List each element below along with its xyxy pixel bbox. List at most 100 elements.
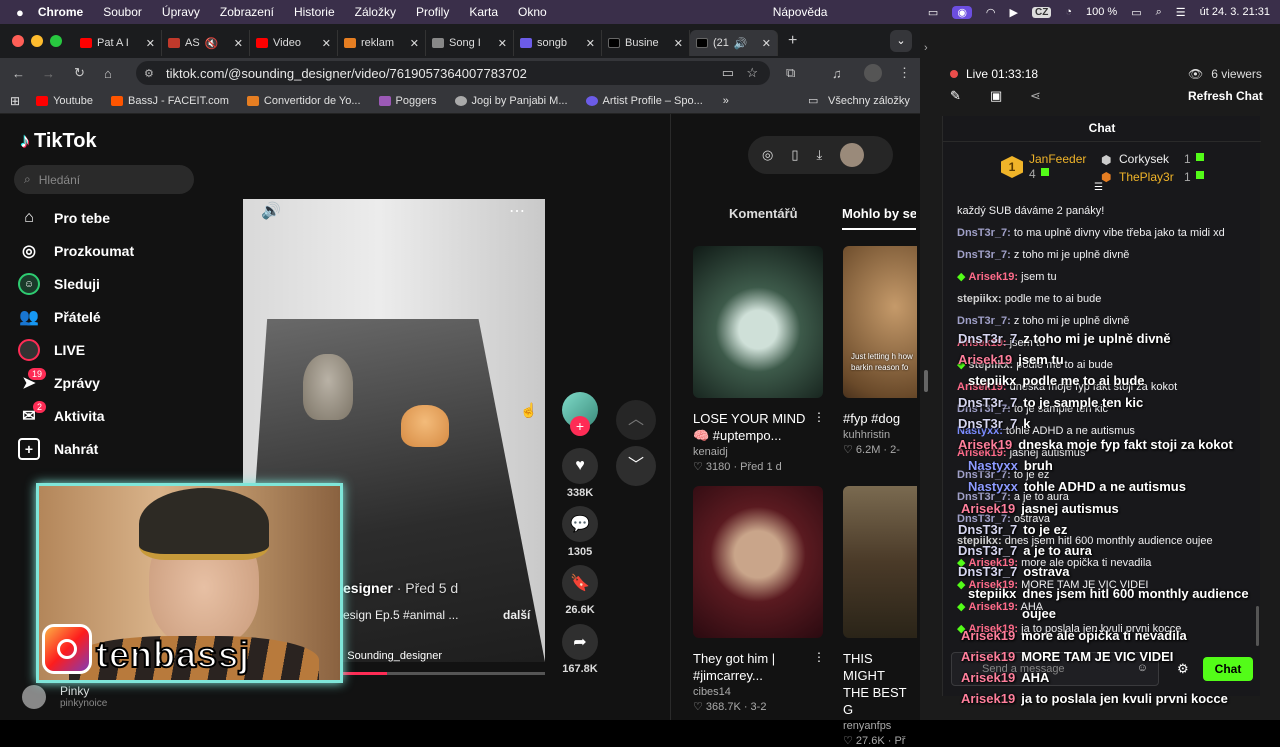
bookmark-button[interactable]: 🔖 xyxy=(562,565,598,601)
menu-item[interactable]: Nápověda xyxy=(773,5,828,19)
new-tab-icon[interactable]: + xyxy=(788,32,797,50)
chat-username[interactable]: Arisek19: xyxy=(969,271,1019,283)
battery-icon[interactable]: ▭ xyxy=(1131,6,1141,19)
close-tab-icon[interactable]: ✕ xyxy=(586,37,595,50)
video-author[interactable]: esigner xyxy=(343,580,393,596)
card-more-icon[interactable]: ⋮ xyxy=(813,410,825,424)
browser-tab[interactable]: AS 🔇 ✕ xyxy=(162,30,250,56)
bookmark-item[interactable]: BassJ - FACEIT.com xyxy=(111,95,229,107)
profile-avatar-icon[interactable] xyxy=(864,64,882,82)
leader-name[interactable]: ThePlay3r xyxy=(1119,170,1174,184)
menu-item[interactable]: Soubor xyxy=(103,5,142,19)
tab-comments[interactable]: Komentářů xyxy=(729,206,798,221)
video-card[interactable]: They got him | #jimcarrey... cibes14 ♡ 36… xyxy=(693,486,825,713)
mobile-icon[interactable]: ▯ xyxy=(791,147,798,163)
browser-tab[interactable]: Pat A I ✕ xyxy=(74,30,162,56)
close-tab-icon[interactable]: ✕ xyxy=(410,37,419,50)
like-button[interactable]: ♥ xyxy=(562,448,598,484)
volume-icon[interactable]: 🔊 xyxy=(261,201,281,221)
close-window-button[interactable] xyxy=(12,35,24,47)
browser-tab[interactable]: Video ✕ xyxy=(250,30,338,56)
site-info-icon[interactable]: ⚙ xyxy=(144,67,154,80)
share-button[interactable]: ➦ xyxy=(562,624,598,660)
vertical-scrollbar[interactable] xyxy=(924,370,928,392)
install-icon[interactable]: ▭ xyxy=(722,65,734,81)
all-bookmarks-link[interactable]: Všechny záložky xyxy=(828,95,910,107)
copy-link-icon[interactable]: ◎ xyxy=(762,147,773,163)
close-tab-icon[interactable]: ✕ xyxy=(674,37,683,50)
screen-record-icon[interactable]: ▭ xyxy=(928,6,938,19)
browser-tab-active[interactable]: (21 🔊 ✕ xyxy=(690,30,778,56)
play-icon[interactable]: ▶ xyxy=(1010,6,1018,19)
video-progress-bar[interactable] xyxy=(343,672,545,675)
leaderboard-expand-icon[interactable]: ☰ xyxy=(1094,182,1103,193)
clock[interactable]: út 24. 3. 21:31 xyxy=(1200,6,1270,18)
share-icon[interactable]: ⋖ xyxy=(1030,88,1041,104)
stream-app-icon[interactable]: ◉ xyxy=(952,5,972,19)
camera-icon[interactable]: ▣ xyxy=(990,88,1002,104)
bookmark-item[interactable]: Convertidor de Yo... xyxy=(246,95,361,107)
reload-icon[interactable]: ↻ xyxy=(74,65,85,81)
menu-item[interactable]: Záložky xyxy=(355,5,396,19)
leader-name[interactable]: Corkysek xyxy=(1119,152,1169,166)
caption-more-link[interactable]: další xyxy=(503,608,530,622)
close-tab-icon[interactable]: ✕ xyxy=(234,37,243,50)
search-input[interactable]: ⌕ Hledání xyxy=(14,165,194,194)
video-card[interactable]: Just letting h how barkin reason fo #fyp… xyxy=(843,246,917,456)
chat-username[interactable]: DnsT3r_7: xyxy=(957,249,1011,261)
apps-grid-icon[interactable]: ⊞ xyxy=(10,94,20,108)
nav-upload[interactable]: + Nahrát xyxy=(18,438,98,460)
more-options-icon[interactable]: ⋯ xyxy=(509,201,525,221)
close-tab-icon[interactable]: ✕ xyxy=(498,37,507,50)
chat-username[interactable]: DnsT3r_7: xyxy=(957,227,1011,239)
bookmark-star-icon[interactable]: ☆ xyxy=(746,65,758,81)
video-card[interactable]: LOSE YOUR MIND 🧠 #uptempo... kenaidj ♡ 31… xyxy=(693,246,825,473)
leader-name[interactable]: JanFeeder xyxy=(1029,152,1086,166)
card-author[interactable]: cibes14 xyxy=(693,686,823,698)
card-author[interactable]: renyanfps xyxy=(843,720,917,732)
nav-friends[interactable]: 👥 Přátelé xyxy=(18,306,101,328)
next-video-button[interactable]: ﹀ xyxy=(616,446,656,486)
menu-item[interactable]: Profily xyxy=(416,5,449,19)
browser-tab[interactable]: songb ✕ xyxy=(514,30,602,56)
bookmark-item[interactable]: Poggers xyxy=(378,95,437,107)
previous-video-button[interactable]: ︿ xyxy=(616,400,656,440)
nav-following[interactable]: ☺ Sleduji xyxy=(18,273,100,295)
user-avatar[interactable] xyxy=(840,143,865,167)
audio-icon[interactable]: 🔊 xyxy=(734,37,748,50)
card-author[interactable]: kuhhristin xyxy=(843,429,917,441)
bookmark-item[interactable]: Youtube xyxy=(36,95,93,107)
zoom-window-button[interactable] xyxy=(50,35,62,47)
home-icon[interactable]: ⌂ xyxy=(104,66,112,81)
sync-icon[interactable]: ◠ xyxy=(986,6,996,19)
search-icon[interactable]: ⌕ xyxy=(1156,6,1162,19)
keyboard-language[interactable]: CZ xyxy=(1032,6,1052,18)
nav-live[interactable]: LIVE xyxy=(18,339,85,361)
menu-app-name[interactable]: Chrome xyxy=(38,5,83,19)
back-icon[interactable]: ← xyxy=(12,66,25,81)
close-tab-icon[interactable]: ✕ xyxy=(146,37,155,50)
video-card[interactable]: THIS MIGHT THE BEST G renyanfps ♡ 27.6K ·… xyxy=(843,486,917,747)
tab-you-may-like[interactable]: Mohlo by se xyxy=(842,206,916,221)
extensions-icon[interactable]: ⧉ xyxy=(786,65,795,81)
control-center-icon[interactable]: ☰ xyxy=(1176,6,1186,19)
nav-explore[interactable]: ◎ Prozkoumat xyxy=(18,240,134,262)
sound-name[interactable]: ♫Sounding_designer xyxy=(333,650,442,662)
media-controls-icon[interactable]: ♫ xyxy=(832,66,842,81)
chat-username[interactable]: DnsT3r_7: xyxy=(957,315,1011,327)
chat-username[interactable]: stepiikx: xyxy=(957,293,1002,305)
comment-button[interactable]: 💬 xyxy=(562,506,598,542)
chrome-menu-icon[interactable]: ⋮ xyxy=(898,65,911,81)
edit-icon[interactable]: ✎ xyxy=(950,88,961,104)
menu-item[interactable]: Okno xyxy=(518,5,547,19)
close-tab-icon[interactable]: ✕ xyxy=(322,37,331,50)
minimize-window-button[interactable] xyxy=(31,35,43,47)
tiktok-logo[interactable]: ♪ TikTok xyxy=(20,130,97,153)
nav-for-you[interactable]: ⌂ Pro tebe xyxy=(18,207,110,229)
collapse-panel-icon[interactable]: › xyxy=(924,42,928,54)
follow-plus-icon[interactable]: + xyxy=(570,416,590,436)
menu-item[interactable]: Úpravy xyxy=(162,5,200,19)
mute-icon[interactable]: 🔇 xyxy=(205,37,219,50)
card-author[interactable]: kenaidj xyxy=(693,446,823,458)
menu-item[interactable]: Zobrazení xyxy=(220,5,274,19)
